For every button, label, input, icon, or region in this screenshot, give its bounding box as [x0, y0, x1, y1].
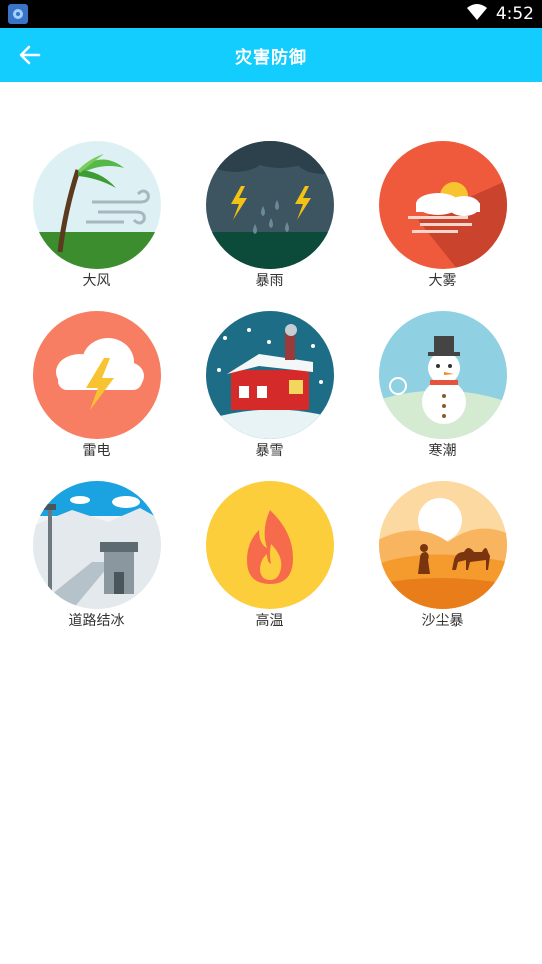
arrow-left-icon [19, 45, 41, 65]
disaster-item-snowstorm[interactable]: 暴雪 [183, 310, 356, 460]
disaster-label: 道路结冰 [68, 613, 125, 629]
disaster-label: 高温 [255, 613, 284, 629]
disaster-label: 暴雪 [255, 443, 284, 459]
fire-icon [205, 481, 334, 609]
cold-wave-icon [378, 311, 507, 439]
rainstorm-icon [205, 141, 334, 269]
disaster-item-thunder[interactable]: 雷电 [10, 310, 183, 460]
disaster-grid: 大风 暴雨 大雾 雷电 暴雪 寒潮 道路结冰 高温 沙尘暴 [0, 82, 542, 630]
status-time: 4:52 [495, 4, 534, 24]
road-icing-icon [32, 481, 161, 609]
disaster-item-road-icing[interactable]: 道路结冰 [10, 480, 183, 630]
fog-icon [378, 141, 507, 269]
app-notification-icon [8, 4, 28, 24]
disaster-item-sandstorm[interactable]: 沙尘暴 [356, 480, 529, 630]
disaster-item-cold-wave[interactable]: 寒潮 [356, 310, 529, 460]
disaster-label: 暴雨 [255, 273, 284, 289]
page-title: 灾害防御 [235, 47, 307, 68]
disaster-item-fog[interactable]: 大雾 [356, 140, 529, 290]
snowstorm-icon [205, 311, 334, 439]
thunder-icon [32, 311, 161, 439]
sandstorm-icon [378, 481, 507, 609]
disaster-label: 沙尘暴 [421, 613, 464, 629]
back-button[interactable] [14, 39, 46, 71]
disaster-item-high-temperature[interactable]: 高温 [183, 480, 356, 630]
strong-wind-icon [32, 141, 161, 269]
disaster-label: 大雾 [428, 273, 457, 289]
disaster-item-strong-wind[interactable]: 大风 [10, 140, 183, 290]
status-bar: 4:52 [0, 0, 542, 28]
app-bar: 灾害防御 [0, 28, 542, 82]
disaster-label: 雷电 [82, 443, 111, 459]
disaster-label: 寒潮 [428, 443, 457, 459]
disaster-item-rainstorm[interactable]: 暴雨 [183, 140, 356, 290]
wifi-icon [466, 3, 488, 26]
disaster-label: 大风 [82, 273, 111, 289]
